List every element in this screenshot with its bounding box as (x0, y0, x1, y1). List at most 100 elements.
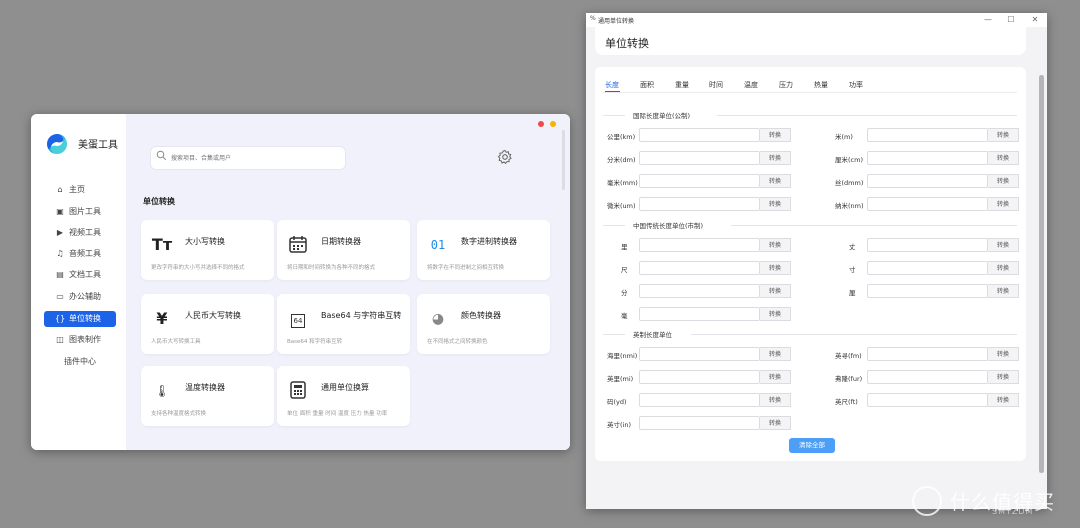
sidebar-item[interactable]: ▣ 图片工具 (44, 204, 116, 220)
card-icon-glyph: ◕ (431, 311, 445, 327)
convert-button[interactable]: 转换 (760, 128, 791, 142)
main-content: 单位转换 Tт 大小写转换更改字符串的大小写并选择不同的格式 日期转换器将日期和时间… (126, 114, 570, 450)
unit-label: 码(yd) (607, 398, 627, 406)
clear-all-button[interactable]: 清除全部 (789, 438, 835, 453)
unit-input[interactable] (639, 393, 760, 407)
sidebar-item-label: 主页 (69, 185, 85, 194)
convert-button[interactable]: 转换 (760, 370, 791, 384)
convert-button[interactable]: 转换 (760, 261, 791, 275)
unit-input[interactable] (639, 261, 760, 275)
convert-button[interactable]: 转换 (760, 238, 791, 252)
convert-button[interactable]: 转换 (988, 238, 1019, 252)
card-title: 数字进制转换器 (461, 237, 517, 246)
scrollbar-thumb[interactable] (1039, 75, 1044, 473)
unit-input[interactable] (867, 238, 988, 252)
tab-3[interactable]: 时间 (709, 80, 723, 90)
convert-button[interactable]: 转换 (988, 370, 1019, 384)
sidebar-item-label: 图片工具 (69, 207, 101, 216)
minimize-button[interactable]: — (981, 14, 995, 26)
unit-input[interactable] (639, 284, 760, 298)
sidebar-item[interactable]: {} 单位转换 (44, 311, 116, 327)
unit-input[interactable] (867, 370, 988, 384)
section-title: 单位转换 (143, 197, 175, 206)
unit-input[interactable] (639, 174, 760, 188)
document-icon: ▤ (56, 270, 64, 279)
unit-input[interactable] (867, 174, 988, 188)
group-title-text: 英制长度单位 (633, 331, 672, 339)
tab-5[interactable]: 压力 (779, 80, 793, 90)
tool-card[interactable]: 01 数字进制转换器 将数字在不同进制之间相互转换 (417, 220, 550, 280)
card-description: 将日期和时间转换为各种不同的格式 (287, 265, 376, 271)
convert-button[interactable]: 转换 (988, 174, 1019, 188)
sidebar-item-label: 单位转换 (69, 314, 101, 323)
unit-input[interactable] (639, 307, 760, 321)
tab-4[interactable]: 温度 (744, 80, 758, 90)
search-input[interactable] (169, 150, 343, 167)
scrollbar[interactable] (562, 130, 565, 190)
unit-input[interactable] (639, 347, 760, 361)
tool-card[interactable]: 日期转换器 将日期和时间转换为各种不同的格式 (277, 220, 410, 280)
convert-button[interactable]: 转换 (760, 151, 791, 165)
sidebar-item[interactable]: ▭ 办公辅助 (44, 289, 116, 305)
tool-card[interactable]: Tт 大小写转换 更改字符串的大小写并选择不同的格式 (141, 220, 274, 280)
unit-input[interactable] (867, 347, 988, 361)
convert-button[interactable]: 转换 (760, 307, 791, 321)
unit-input[interactable] (639, 197, 760, 211)
convert-button[interactable]: 转换 (988, 347, 1019, 361)
sidebar-item[interactable]: ▤ 文档工具 (44, 267, 116, 283)
divider (603, 225, 625, 226)
sidebar-item[interactable]: ⌂ 主页 (44, 182, 116, 198)
unit-input[interactable] (639, 128, 760, 142)
convert-button[interactable]: 转换 (988, 197, 1019, 211)
close-button[interactable]: ✕ (1028, 14, 1042, 26)
convert-button[interactable]: 转换 (760, 174, 791, 188)
convert-button[interactable]: 转换 (760, 284, 791, 298)
convert-button[interactable]: 转换 (988, 393, 1019, 407)
tab-0[interactable]: 长度 (605, 80, 619, 90)
card-description: 更改字符串的大小写并选择不同的格式 (151, 265, 245, 271)
convert-button[interactable]: 转换 (988, 151, 1019, 165)
unit-input[interactable] (867, 197, 988, 211)
unit-input[interactable] (867, 128, 988, 142)
unit-input[interactable] (639, 151, 760, 165)
unit-input[interactable] (639, 238, 760, 252)
unit-input[interactable] (639, 416, 760, 430)
unit-input[interactable] (867, 393, 988, 407)
convert-button[interactable]: 转换 (988, 261, 1019, 275)
tab-7[interactable]: 功率 (849, 80, 863, 90)
unit-label: 海里(nmi) (607, 352, 638, 360)
tool-card[interactable]: 🌡 温度转换器 支持各种温度格式转换 (141, 366, 274, 426)
sidebar-item-label: 音频工具 (69, 249, 101, 258)
sidebar-item[interactable]: 插件中心 (44, 354, 116, 370)
sidebar-item[interactable]: ♫ 音频工具 (44, 246, 116, 262)
tool-card[interactable]: 通用单位换算 单位 面积 重量 时间 温度 压力 热量 功率 (277, 366, 410, 426)
tab-1[interactable]: 面积 (640, 80, 654, 90)
close-button[interactable] (538, 121, 544, 127)
window-title: 通用单位转换 (598, 18, 635, 25)
yuan-icon: ¥ (151, 308, 173, 330)
tool-card[interactable]: 64 Base64 与字符串互转 Base64 和字符串互转 (277, 294, 410, 354)
convert-button[interactable]: 转换 (760, 347, 791, 361)
unit-input[interactable] (639, 370, 760, 384)
search-box[interactable] (150, 146, 346, 170)
sidebar-item[interactable]: ▶ 视频工具 (44, 225, 116, 241)
convert-button[interactable]: 转换 (988, 128, 1019, 142)
convert-button[interactable]: 转换 (760, 393, 791, 407)
unit-input[interactable] (867, 261, 988, 275)
tab-2[interactable]: 重量 (675, 80, 689, 90)
unit-input[interactable] (867, 284, 988, 298)
convert-button[interactable]: 转换 (760, 197, 791, 211)
gear-icon[interactable] (497, 149, 513, 165)
maximize-button[interactable]: ☐ (1004, 14, 1018, 26)
card-icon-glyph: 64 (290, 314, 306, 328)
convert-button[interactable]: 转换 (988, 284, 1019, 298)
tool-card[interactable]: ◕ 颜色转换器 在不同格式之间转换颜色 (417, 294, 550, 354)
tab-6[interactable]: 热量 (814, 80, 828, 90)
minimize-button[interactable] (550, 121, 556, 127)
unit-label: 英里(mi) (607, 375, 634, 383)
unit-input[interactable] (867, 151, 988, 165)
convert-button[interactable]: 转换 (760, 416, 791, 430)
sidebar-item[interactable]: ◫ 图表制作 (44, 332, 116, 348)
tool-card[interactable]: ¥ 人民币大写转换 人民币大写转换工具 (141, 294, 274, 354)
tab-divider (603, 92, 1017, 93)
